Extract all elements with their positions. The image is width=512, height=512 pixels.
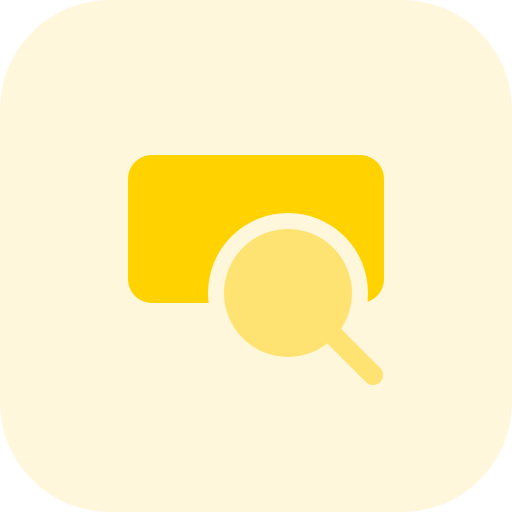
magnifier-lens [224, 229, 352, 357]
app-icon [0, 0, 512, 512]
search-window-icon [0, 0, 512, 512]
